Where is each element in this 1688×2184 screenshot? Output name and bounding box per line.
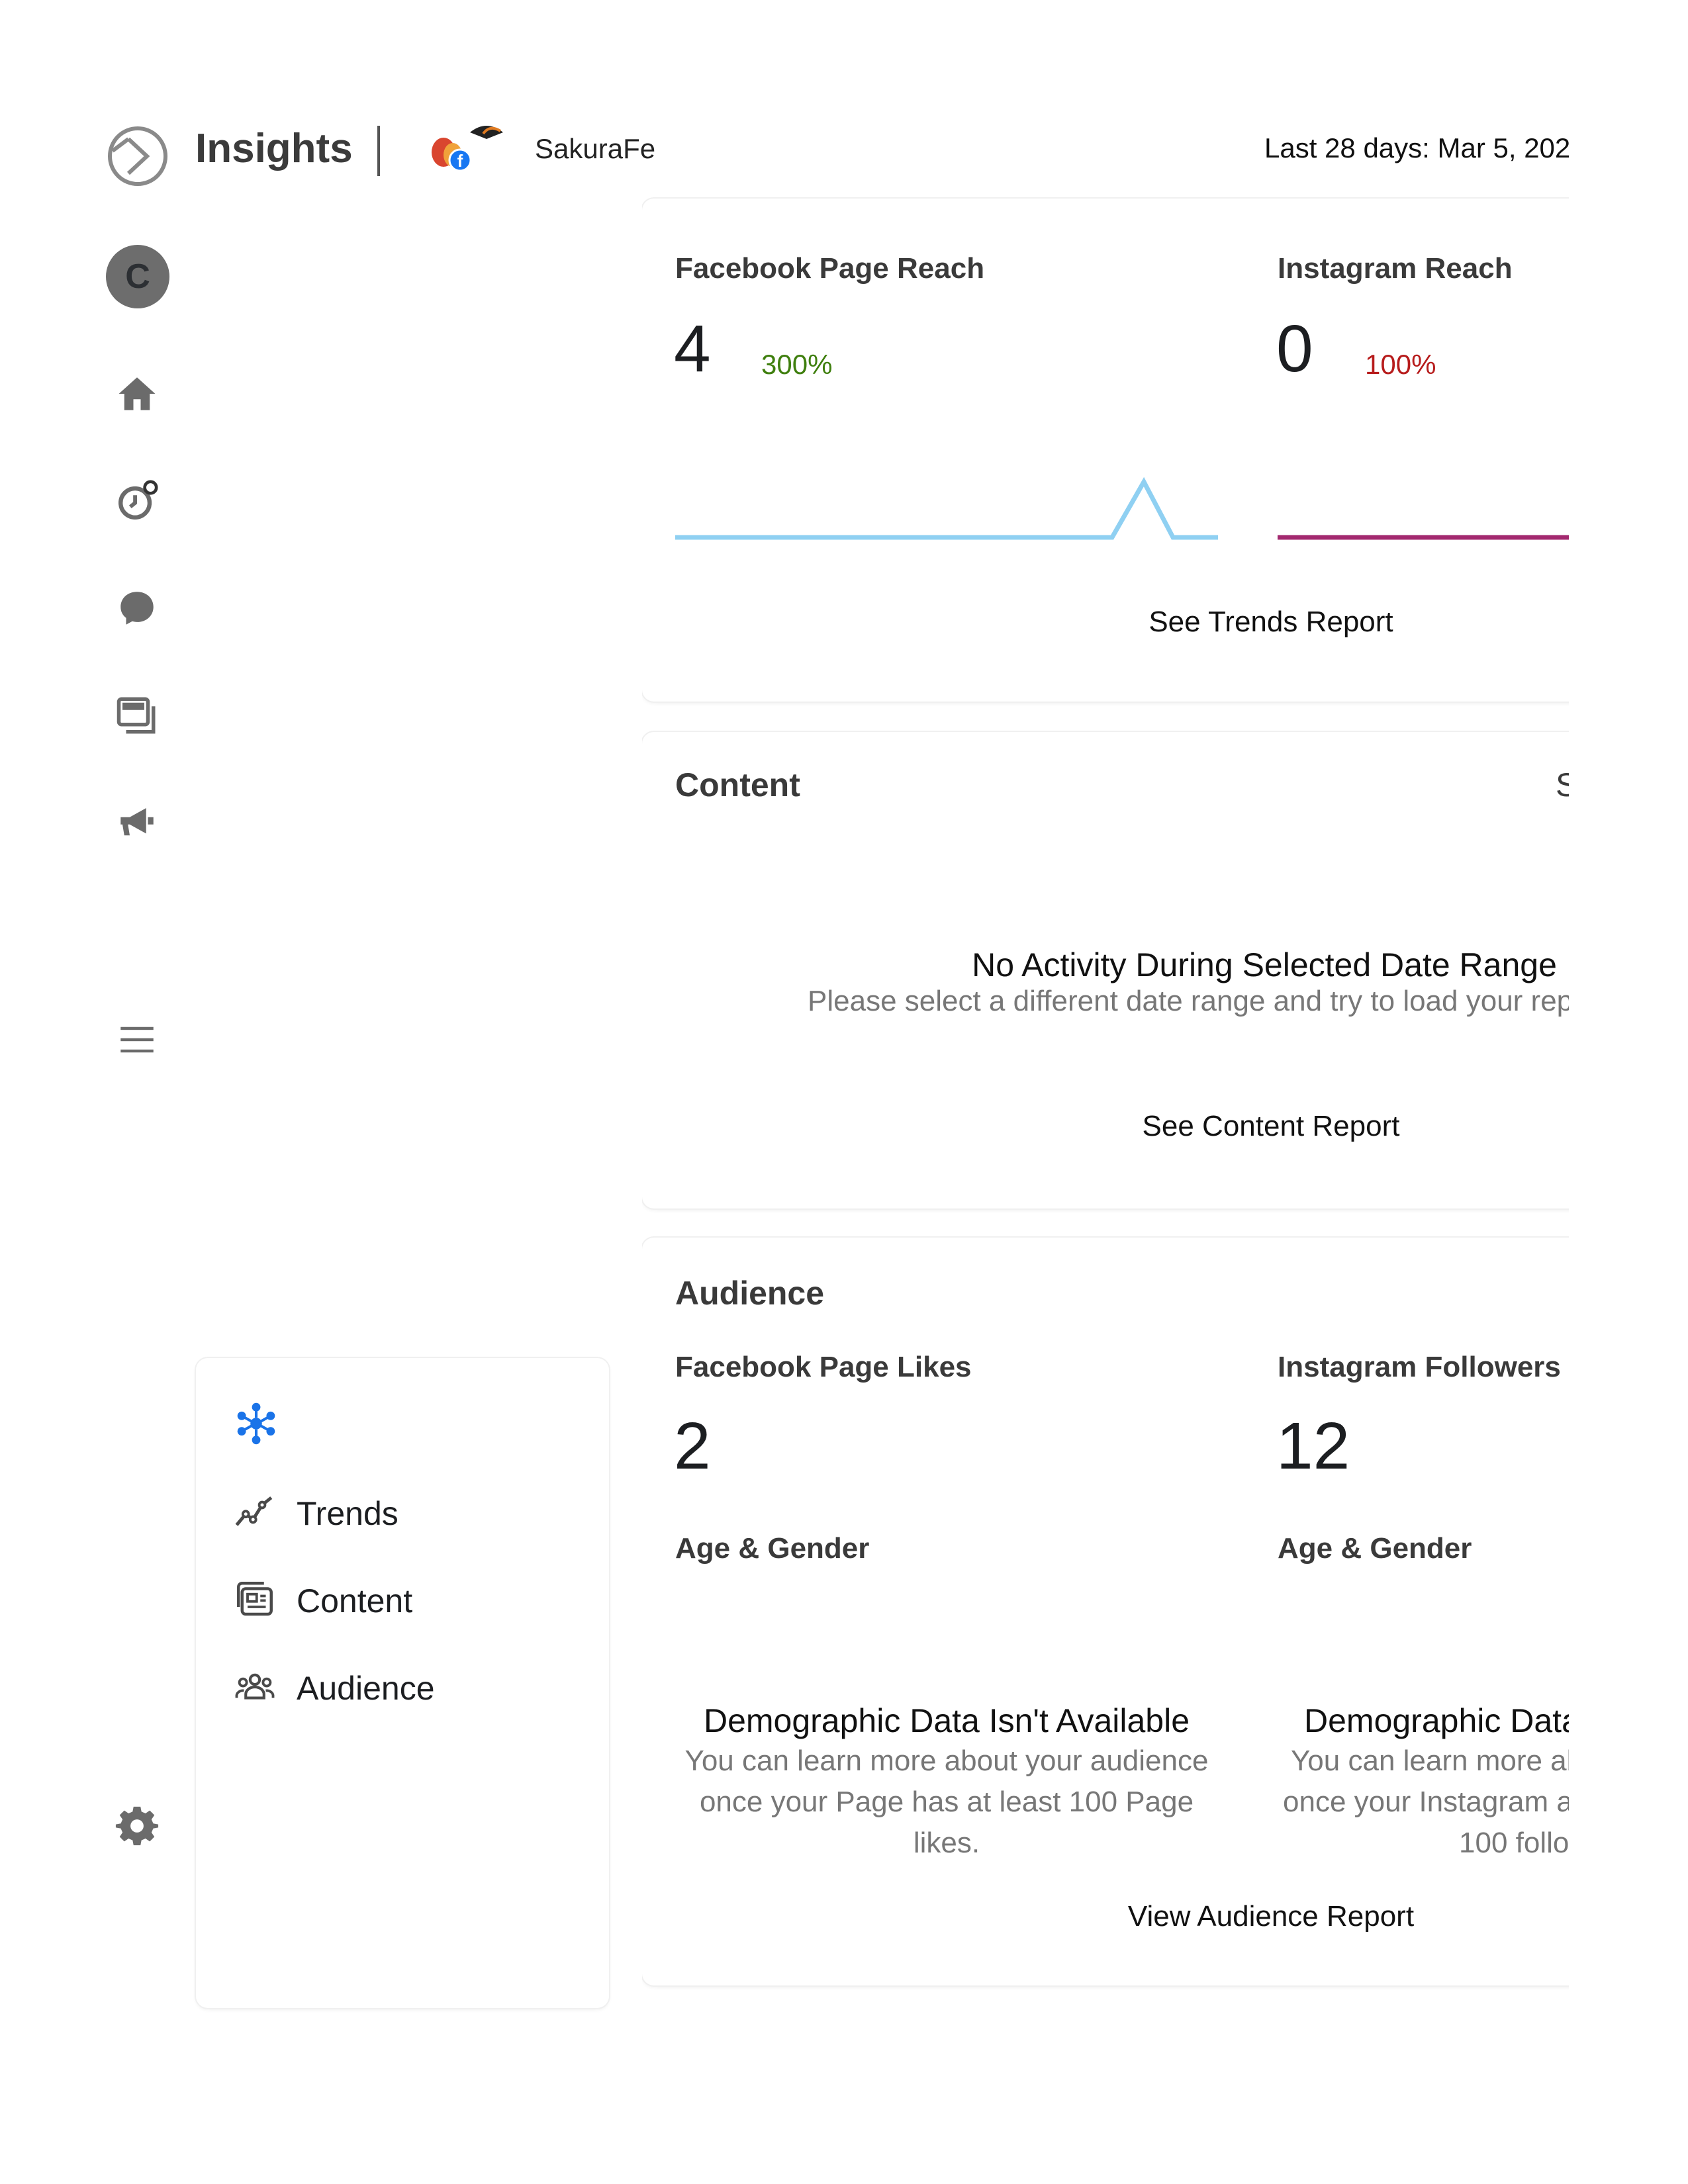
fb-likes-label: Facebook Page Likes [675,1351,972,1383]
account-avatar[interactable]: C [106,245,169,308]
page-avatar[interactable]: f [424,119,510,179]
fb-demographic-empty-title: Demographic Data Isn't Available [703,1702,1190,1739]
fb-reach-sparkline [675,477,1218,540]
settings-icon[interactable] [114,1803,160,1849]
fb-reach-change: 300% [761,349,833,380]
view-audience-report-link[interactable]: View Audience Report [1053,1899,1489,1934]
reach-card: Facebook Page Reach 4 300% Instagram Rea… [642,199,1569,702]
planner-icon[interactable] [114,478,160,524]
nav-item-audience[interactable]: Audience [233,1659,435,1718]
audience-section-title: Audience [675,1275,825,1312]
home-icon[interactable] [114,371,160,417]
content-report-icon [233,1578,277,1625]
page-name[interactable]: SakuraFe [535,132,655,165]
menu-icon[interactable] [114,1017,160,1063]
nav-item-label: Trends [297,1495,399,1532]
ig-demographic-empty-line-3: 100 follo [1459,1827,1569,1859]
audience-icon [233,1665,277,1712]
fb-demographic-empty-line-1: You can learn more about your audience [684,1745,1209,1777]
ads-icon[interactable] [114,799,160,846]
ig-demographic-empty-line-1: You can learn more ab [1291,1745,1569,1777]
nav-item-label: Content [297,1582,413,1619]
avatar-letter: C [125,257,150,296]
content-icon[interactable] [114,692,160,739]
content-empty-title: No Activity During Selected Date Range [972,946,1557,983]
fb-age-gender-label: Age & Gender [675,1532,870,1565]
fb-demographic-empty-line-2: once your Page has at least 100 Page [699,1786,1194,1818]
insights-logo-icon [106,124,169,188]
fb-reach-value: 4 [674,312,711,386]
fb-demographic-empty-line-3: likes. [913,1827,980,1859]
nav-item-label: Audience [297,1670,435,1707]
ig-demographic-empty-title: Demographic Data [1304,1702,1569,1739]
app-title: Insights [195,126,353,171]
trends-icon [233,1490,277,1537]
ig-reach-label: Instagram Reach [1278,252,1513,285]
ig-reach-sparkline [1278,535,1569,540]
ig-demographic-empty-line-2: once your Instagram a [1283,1786,1569,1818]
fb-likes-value: 2 [674,1409,711,1483]
nav-item-content[interactable]: Content [233,1571,412,1631]
ig-followers-label: Instagram Followers [1278,1351,1561,1383]
see-content-report-link[interactable]: See Content Report [1053,1109,1489,1144]
insights-nav-menu: Trends Content Audience [196,1358,609,2008]
ig-reach-change: 100% [1365,349,1436,380]
main-content-area: Facebook Page Reach 4 300% Instagram Rea… [642,0,1569,2184]
ig-followers-value: 12 [1276,1409,1350,1483]
svg-text:f: f [457,151,463,171]
fb-reach-label: Facebook Page Reach [675,252,985,285]
see-trends-report-link[interactable]: See Trends Report [1053,605,1489,639]
inbox-icon[interactable] [114,585,160,631]
header-divider [377,126,380,176]
content-card: Content S No Activity During Selected Da… [642,732,1569,1208]
content-cut-text: S [1556,766,1569,803]
audience-card: Audience Facebook Page Likes 2 Age & Gen… [642,1238,1569,1985]
content-empty-subtitle: Please select a different date range and… [808,985,1569,1017]
ig-reach-value: 0 [1276,312,1313,386]
overview-icon[interactable] [233,1400,279,1447]
nav-item-trends[interactable]: Trends [233,1484,399,1543]
ig-age-gender-label: Age & Gender [1278,1532,1472,1565]
content-section-title: Content [675,766,800,803]
